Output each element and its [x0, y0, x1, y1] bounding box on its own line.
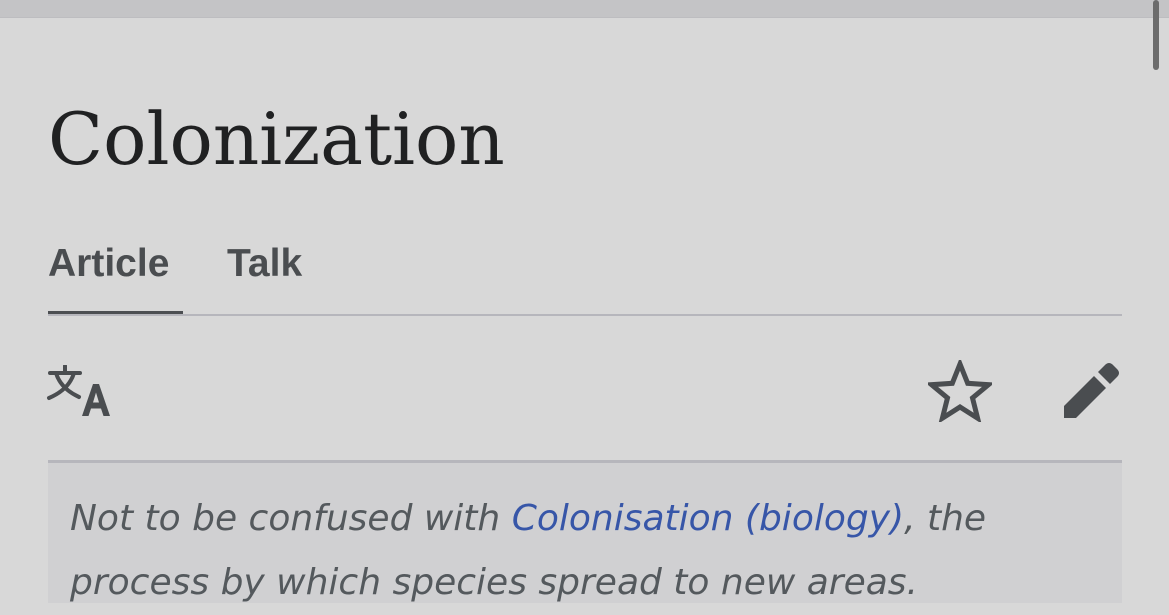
tabs-divider — [48, 314, 1122, 316]
hatnote-prefix: Not to be confused with — [70, 498, 512, 539]
pencil-icon[interactable] — [1062, 360, 1122, 420]
tab-article[interactable]: Article — [48, 233, 183, 314]
hatnote-link[interactable]: Colonisation (biology) — [512, 498, 904, 539]
hatnote: Not to be confused with Colonisation (bi… — [48, 463, 1122, 603]
star-icon[interactable] — [925, 357, 995, 424]
page-title: Colonization — [48, 97, 505, 181]
translate-icon[interactable] — [46, 364, 112, 417]
hatnote-text: Not to be confused with Colonisation (bi… — [70, 487, 1110, 615]
scrollbar[interactable] — [1153, 0, 1159, 70]
browser-top-bar — [0, 0, 1169, 18]
page-tabs: Article Talk — [48, 233, 1122, 316]
tab-talk[interactable]: Talk — [227, 233, 302, 314]
